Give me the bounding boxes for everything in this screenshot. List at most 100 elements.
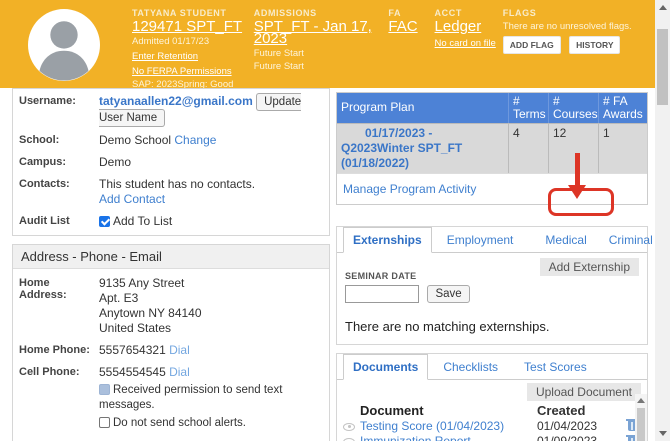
document-created-date: 01/04/2023 (537, 419, 625, 433)
manage-program-activity-link[interactable]: Manage Program Activity (343, 182, 476, 196)
school-label: School: (19, 133, 99, 148)
address-line-3: Anytown NY 84140 (99, 306, 202, 321)
page-scrollbar-thumb[interactable] (657, 29, 668, 105)
document-link[interactable]: Immunization Report (360, 434, 471, 441)
no-card-on-file-link[interactable]: No card on file (435, 38, 496, 50)
contacts-label: Contacts: (19, 177, 99, 207)
program-plan-row: 01/17/2023 - Q2023Winter SPT_FT (01/18/2… (337, 123, 647, 173)
document-column-header: Document (360, 403, 537, 418)
tab-externships[interactable]: Externships (343, 227, 432, 253)
flags-status-text: There are no unresolved flags. (503, 21, 655, 33)
username-label: Username: (19, 94, 99, 126)
header-student-column: TATYANA STUDENT 129471 SPT_FT Admitted 0… (132, 0, 254, 88)
program-plan-link[interactable]: 01/17/2023 - Q2023Winter SPT_FT (01/18/2… (337, 124, 509, 173)
documents-scrollbar[interactable] (635, 394, 647, 441)
document-link[interactable]: Testing Score (01/04/2023) (360, 419, 504, 433)
terms-count: 4 (509, 124, 549, 173)
enter-retention-link[interactable]: Enter Retention (132, 51, 198, 63)
scroll-up-icon[interactable] (659, 5, 667, 10)
audit-list-label: Audit List (19, 214, 99, 229)
fa-awards-count: 1 (599, 124, 647, 173)
school-value: Demo School (99, 133, 171, 147)
student-profile-page: TATYANA STUDENT 129471 SPT_FT Admitted 0… (0, 0, 670, 441)
sms-permission-label: Received permission to send text message… (99, 384, 282, 411)
document-row: Testing Score (01/04/2023) 01/04/2023 (343, 418, 641, 434)
no-externships-text: There are no matching externships. (345, 319, 639, 334)
fac-link[interactable]: FAC (388, 21, 417, 33)
home-phone-value: 5557654321 (99, 343, 166, 357)
admissions-program-link[interactable]: SPT_FT - Jan 17, 2023 (254, 21, 389, 45)
created-column-header: Created (537, 403, 625, 418)
add-externship-button[interactable]: Add Externship (540, 258, 639, 276)
add-to-list-checkbox[interactable] (99, 216, 110, 227)
sms-permission-checkbox[interactable] (99, 384, 110, 395)
student-details-column: Username: tatyanaallen22@gmail.com Updat… (12, 88, 330, 441)
account-info-box: Username: tatyanaallen22@gmail.com Updat… (12, 88, 330, 236)
cell-phone-dial-link[interactable]: Dial (169, 365, 190, 379)
terms-column-header: # Terms (509, 93, 549, 123)
fa-awards-column-header: # FA Awards (599, 93, 647, 123)
home-phone-label: Home Phone: (19, 343, 99, 358)
tab-documents[interactable]: Documents (343, 354, 428, 380)
history-button[interactable]: HISTORY (569, 36, 620, 54)
change-school-link[interactable]: Change (174, 133, 216, 147)
tab-criminal[interactable]: Criminal (600, 228, 662, 252)
address-line-4: United States (99, 321, 202, 336)
header-admissions-column: ADMISSIONS SPT_FT - Jan 17, 2023 Future … (254, 0, 389, 88)
header-acct-column: ACCT Ledger No card on file (435, 0, 503, 88)
flags-label: FLAGS (503, 7, 655, 19)
courses-column-header: # Courses (549, 93, 599, 123)
campus-label: Campus: (19, 155, 99, 170)
student-id-link[interactable]: 129471 SPT_FT (132, 21, 242, 33)
tab-medical[interactable]: Medical (536, 228, 595, 252)
future-start-text-2: Future Start (254, 61, 389, 73)
upload-document-button[interactable]: Upload Document (527, 383, 641, 401)
tab-test-scores[interactable]: Test Scores (515, 355, 596, 379)
add-flag-button[interactable]: ADD FLAG (503, 36, 561, 54)
student-avatar (28, 9, 100, 81)
address-line-1: 9135 Any Street (99, 276, 202, 291)
contacts-value: This student has no contacts. (99, 177, 255, 192)
header-flags-column: FLAGS There are no unresolved flags. ADD… (503, 0, 655, 88)
ferpa-permissions-link[interactable]: No FERPA Permissions (132, 66, 232, 78)
address-line-2: Apt. E3 (99, 291, 202, 306)
campus-value: Demo (99, 155, 131, 170)
page-scrollbar[interactable] (655, 0, 670, 441)
tab-checklists[interactable]: Checklists (434, 355, 507, 379)
externships-panel: Externships Employment Medical Criminal … (336, 226, 648, 345)
cell-phone-value: 5554554545 (99, 365, 166, 379)
add-to-list-checkbox-label: Add To List (113, 214, 172, 228)
program-plan-header-row: Program Plan # Terms # Courses # FA Awar… (337, 93, 647, 123)
annotation-arrow-shaft (575, 153, 580, 186)
username-email-link[interactable]: tatyanaallen22@gmail.com (99, 94, 253, 108)
documents-scrollbar-thumb[interactable] (637, 408, 645, 441)
annotation-arrow-head-icon (568, 185, 586, 199)
scroll-up-icon[interactable] (637, 398, 645, 403)
scroll-down-icon[interactable] (659, 431, 667, 436)
documents-tab-bar: Documents Checklists Test Scores (337, 354, 647, 380)
document-created-date: 01/09/2023 (537, 434, 625, 441)
seminar-date-input[interactable] (345, 285, 419, 303)
view-document-icon[interactable] (343, 423, 355, 431)
home-phone-dial-link[interactable]: Dial (169, 343, 190, 357)
program-plan-column-header: Program Plan (337, 93, 509, 123)
save-seminar-date-button[interactable]: Save (427, 285, 469, 303)
program-activity-column: Program Plan # Terms # Courses # FA Awar… (336, 92, 648, 441)
ledger-link[interactable]: Ledger (435, 21, 482, 33)
student-header-banner: TATYANA STUDENT 129471 SPT_FT Admitted 0… (0, 0, 655, 88)
courses-count: 12 (549, 124, 599, 173)
home-address-label: Home Address: (19, 276, 99, 336)
header-fa-column: FA FAC (388, 0, 434, 88)
address-section-title: Address - Phone - Email (13, 245, 329, 269)
person-silhouette-icon (28, 9, 100, 81)
add-contact-link[interactable]: Add Contact (99, 192, 165, 206)
address-phone-email-box: Address - Phone - Email Home Address: 91… (12, 244, 330, 441)
future-start-text-1: Future Start (254, 48, 389, 60)
cell-phone-label: Cell Phone: (19, 365, 99, 431)
tab-employment[interactable]: Employment (438, 228, 523, 252)
no-school-alerts-checkbox[interactable] (99, 417, 110, 428)
externships-tab-bar: Externships Employment Medical Criminal … (337, 227, 647, 253)
admitted-date-text: Admitted 01/17/23 (132, 36, 254, 48)
documents-panel: Documents Checklists Test Scores Upload … (336, 353, 648, 441)
no-school-alerts-label: Do not send school alerts. (113, 417, 246, 429)
